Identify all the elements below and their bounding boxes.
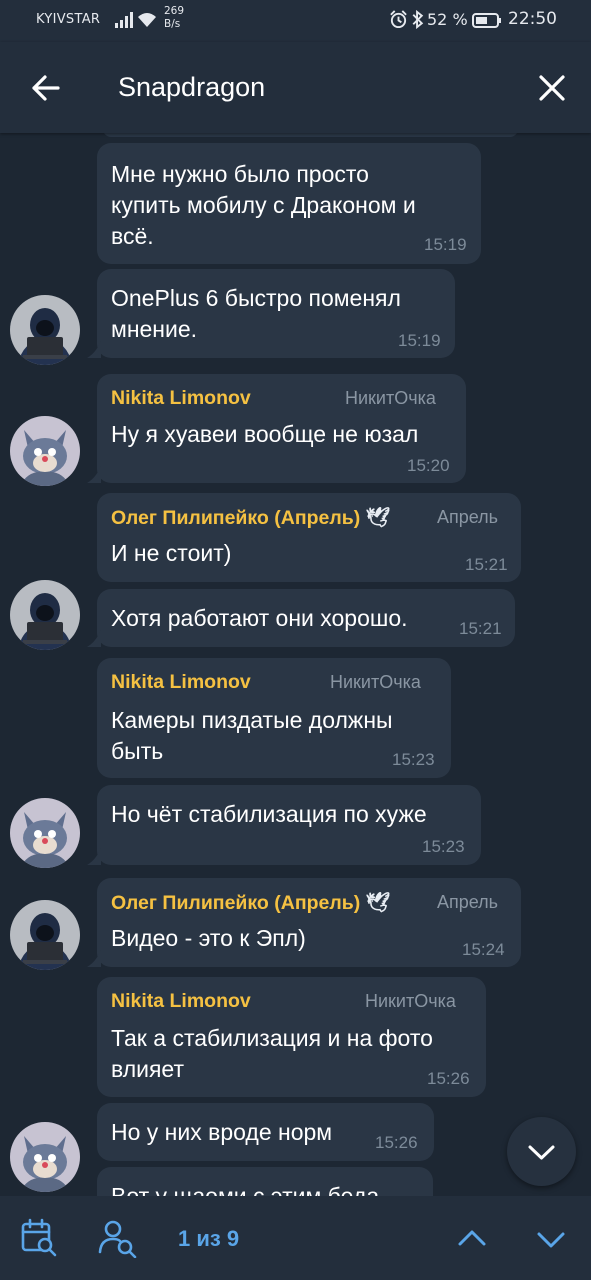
dove-emoji: 🕊 [365,507,391,529]
battery-percent: 52 % [427,10,468,29]
scroll-down-button[interactable] [507,1117,576,1186]
wifi-icon [138,13,156,27]
sender-role: НикитОчка [365,991,456,1011]
avatar-hacker[interactable] [10,295,80,365]
bubble-tail [87,340,101,358]
user-search-icon[interactable] [98,1218,138,1258]
message-bubble[interactable]: Но чёт стабилизация по хуже 15:23 [97,785,481,865]
close-icon[interactable] [532,69,572,107]
carrier-name: KYIVSTAR [36,12,101,27]
message-bubble[interactable]: Nikita Limonov НикитОчка Камеры пиздатые… [97,658,451,778]
message-bubble[interactable]: Вот у щаоми с этим беда [97,1167,433,1196]
signal-icon [115,12,133,28]
chat-header: Snapdragon [0,42,591,133]
network-speed: 269 B/s [164,5,185,30]
sender-name[interactable]: Олег Пилипейко (Апрель) 🕊 [111,506,390,530]
dove-emoji: 🕊 [365,892,391,914]
message-time: 15:19 [398,331,441,350]
message-text: Камеры пиздатые должны быть [111,707,393,764]
message-text: OnePlus 6 быстро поменял мнение. [111,285,401,342]
chevron-down-icon[interactable] [531,1218,571,1258]
message-bubble[interactable]: Олег Пилипейко (Апрель) 🕊 Апрель Видео -… [97,878,521,967]
avatar-hacker[interactable] [10,900,80,970]
search-result-counter: 1 из 9 [178,1226,240,1251]
alarm-icon [390,10,407,29]
battery-icon [472,13,501,28]
message-bubble[interactable]: OnePlus 6 быстро поменял мнение. 15:19 [97,269,455,358]
message-bubble[interactable]: Хотя работают они хорошо. 15:21 [97,589,515,647]
avatar-cat[interactable] [10,416,80,486]
avatar-hacker[interactable] [10,580,80,650]
status-bar: KYIVSTAR 269 B/s 52 % 22:50 [0,0,591,42]
message-text: И не стоит) [111,540,232,566]
chevron-down-icon [528,1145,555,1160]
message-text: Мне нужно было просто купить мобилу с Др… [111,161,416,249]
bubble-tail [87,629,101,647]
arrow-left-icon[interactable] [26,70,66,106]
message-bubble[interactable]: Мне нужно было просто купить мобилу с Др… [97,143,481,264]
sender-role: НикитОчка [345,388,436,408]
message-time: 15:20 [407,456,450,475]
sender-role: НикитОчка [330,672,421,692]
message-time: 15:21 [459,619,502,638]
bubble-tail [87,949,101,967]
message-list[interactable]: Мне нужно было просто купить мобилу с Др… [0,133,591,1196]
sender-role: Апрель [437,892,499,912]
calendar-search-icon[interactable] [20,1218,60,1258]
search-navigation-bar: 1 из 9 [0,1196,591,1280]
message-text: Хотя работают они хорошо. [111,605,408,631]
avatar-cat[interactable] [10,1122,80,1192]
message-bubble[interactable]: Но у них вроде норм 15:26 [97,1103,434,1161]
message-text: Но у них вроде норм [111,1119,333,1145]
message-text: Так а стабилизация и на фото влияет [111,1025,433,1082]
message-time: 15:23 [422,837,465,856]
clock: 22:50 [508,9,557,29]
sender-name[interactable]: Nikita Limonov [111,387,251,410]
message-time: 15:26 [375,1133,418,1152]
avatar-cat[interactable] [10,798,80,868]
bubble-tail [87,847,101,865]
message-time: 15:19 [424,235,467,254]
message-bubble[interactable]: Nikita Limonov НикитОчка Так а стабилиза… [97,977,486,1097]
message-text: Ну я хуавеи вообще не юзал [111,421,419,447]
chat-title: Snapdragon [118,72,266,102]
sender-role: Апрель [437,507,499,527]
message-time: 15:21 [465,555,508,574]
message-bubble-partial [103,133,518,137]
message-text: Но чёт стабилизация по хуже [111,801,427,827]
message-text: Вот у щаоми с этим беда [111,1183,380,1196]
sender-name[interactable]: Олег Пилипейко (Апрель) 🕊 [111,891,390,915]
message-text: Видео - это к Эпл) [111,925,306,951]
sender-name[interactable]: Nikita Limonov [111,990,251,1013]
sender-name[interactable]: Nikita Limonov [111,671,251,694]
bubble-tail [87,465,101,483]
bluetooth-icon [412,10,424,29]
message-bubble[interactable]: Олег Пилипейко (Апрель) 🕊 Апрель И не ст… [97,493,521,582]
chevron-up-icon[interactable] [452,1218,492,1258]
message-time: 15:23 [392,750,435,769]
message-time: 15:24 [462,940,505,959]
message-time: 15:26 [427,1069,470,1088]
message-bubble[interactable]: Nikita Limonov НикитОчка Ну я хуавеи воо… [97,374,466,483]
